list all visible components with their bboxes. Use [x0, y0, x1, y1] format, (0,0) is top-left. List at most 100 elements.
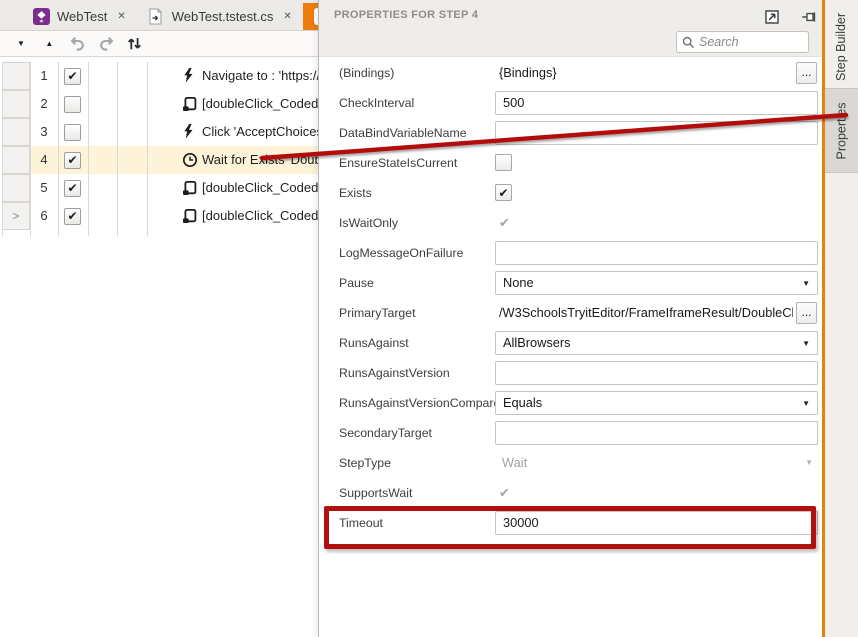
property-row-logmessageonfailure: LogMessageOnFailure — [319, 238, 823, 268]
property-value: /W3SchoolsTryitEditor/FrameIframeResult/… — [499, 298, 793, 328]
close-icon[interactable]: ✕ — [117, 11, 125, 22]
reorder-steps-icon[interactable] — [122, 31, 148, 56]
property-checkbox[interactable] — [495, 154, 512, 171]
property-label: RunsAgainstVersion — [339, 358, 450, 388]
property-row-iswaitonly: IsWaitOnly✔ — [319, 208, 823, 238]
move-down-icon[interactable]: ▼ — [8, 31, 34, 56]
property-row-supportswait: SupportsWait ✔ — [319, 478, 823, 508]
row-selector[interactable] — [2, 174, 30, 202]
row-selector[interactable] — [2, 62, 30, 90]
redo-icon[interactable] — [93, 31, 119, 56]
step-enabled-checkbox[interactable]: ✔ — [64, 152, 81, 169]
property-label: CheckInterval — [339, 88, 414, 118]
property-textbox[interactable]: 500 — [495, 91, 818, 115]
row-number: 6 — [30, 202, 58, 230]
side-tab-properties[interactable]: Properties — [825, 88, 858, 173]
property-label: LogMessageOnFailure — [339, 238, 463, 268]
clock-icon — [182, 152, 198, 168]
grid-column-line — [58, 62, 59, 236]
step-description[interactable]: [doubleClick_CodedSt — [202, 202, 318, 230]
property-label: SecondaryTarget — [339, 418, 432, 448]
row-number: 1 — [30, 62, 58, 90]
lightning-icon — [182, 124, 198, 140]
property-label: RunsAgainst — [339, 328, 409, 358]
step-enabled-checkbox[interactable] — [64, 124, 81, 141]
property-row-secondarytarget: SecondaryTarget — [319, 418, 823, 448]
property-row-checkinterval: CheckInterval 500 — [319, 88, 823, 118]
ellipsis-button[interactable]: ... — [796, 302, 817, 324]
row-selector[interactable]: > — [2, 202, 30, 230]
step-description[interactable]: [doubleClick_CodedSt — [202, 90, 318, 118]
property-row-primarytarget: PrimaryTarget/W3SchoolsTryitEditor/Frame… — [319, 298, 823, 328]
property-row-databindvariablename: DataBindVariableName — [319, 118, 823, 148]
property-textbox[interactable] — [495, 421, 818, 445]
grid-column-line — [117, 62, 118, 236]
property-textbox[interactable] — [495, 121, 818, 145]
property-label: RunsAgainstVersionCompare — [339, 388, 500, 418]
grid-column-line — [88, 62, 89, 236]
property-label: DataBindVariableName — [339, 118, 467, 148]
search-icon — [682, 36, 695, 49]
property-label: Pause — [339, 268, 374, 298]
undo-icon[interactable] — [65, 31, 91, 56]
property-row--bindings-: (Bindings){Bindings}... — [319, 58, 823, 88]
dropdown-arrow-icon: ▼ — [802, 272, 810, 295]
property-checkbox[interactable]: ✔ — [495, 184, 512, 201]
property-textbox[interactable] — [495, 361, 818, 385]
move-up-icon[interactable]: ▲ — [36, 31, 62, 56]
grid-column-line — [147, 62, 148, 236]
row-selector[interactable] — [2, 146, 30, 174]
property-label: SupportsWait — [339, 478, 412, 508]
property-label: EnsureStateIsCurrent — [339, 148, 457, 178]
dropdown-value: Equals — [503, 395, 542, 410]
steps-toolbar: ▼▲ — [0, 31, 318, 57]
row-number: 3 — [30, 118, 58, 146]
telerik-purple-icon — [33, 8, 50, 25]
property-label: PrimaryTarget — [339, 298, 416, 328]
tab-label: WebTest — [57, 9, 107, 24]
property-dropdown[interactable]: Equals ▼ — [495, 391, 818, 415]
property-checkbox-disabled: ✔ — [495, 483, 514, 502]
steps-grid: 1 ✔ Navigate to : 'https://w 2 [doubleClick_… — [0, 57, 318, 637]
dropdown-arrow-icon: ▼ — [805, 448, 813, 478]
property-label: StepType — [339, 448, 391, 478]
pin-icon[interactable] — [799, 8, 817, 26]
step-enabled-checkbox[interactable]: ✔ — [64, 180, 81, 197]
coded-step-icon — [182, 96, 198, 112]
ellipsis-button[interactable]: ... — [796, 62, 817, 84]
close-icon[interactable]: ✕ — [283, 11, 291, 22]
step-enabled-checkbox[interactable]: ✔ — [64, 68, 81, 85]
search-input[interactable] — [699, 35, 803, 49]
coded-step-icon — [182, 180, 198, 196]
property-row-runsagainst: RunsAgainst AllBrowsers ▼ — [319, 328, 823, 358]
editor-tab-webtest[interactable]: WebTest ✕ — [22, 3, 137, 30]
property-label: Exists — [339, 178, 372, 208]
lightning-icon — [182, 68, 198, 84]
step-enabled-checkbox[interactable] — [64, 96, 81, 113]
annotation-highlight-rectangle — [324, 506, 816, 549]
editor-tab-webtest-tstest-cs[interactable]: WebTest.tstest.cs✕ — [137, 3, 303, 30]
property-textbox[interactable] — [495, 241, 818, 265]
step-description[interactable]: Wait for Exists 'Double — [202, 146, 318, 174]
step-description[interactable]: [doubleClick_CodedSt — [202, 174, 318, 202]
dropdown-arrow-icon: ▼ — [802, 392, 810, 415]
step-enabled-checkbox[interactable]: ✔ — [64, 208, 81, 225]
step-description[interactable]: Click 'AcceptChoicesD — [202, 118, 318, 146]
dropdown-arrow-icon: ▼ — [802, 332, 810, 355]
property-label: IsWaitOnly — [339, 208, 398, 238]
properties-search-box — [676, 31, 809, 53]
row-selector[interactable] — [2, 90, 30, 118]
property-row-ensurestateiscurrent: EnsureStateIsCurrent — [319, 148, 823, 178]
side-tab-step-builder[interactable]: Step Builder — [825, 6, 858, 88]
row-selector[interactable] — [2, 118, 30, 146]
step-description[interactable]: Navigate to : 'https://w — [202, 62, 318, 90]
dropdown-value: AllBrowsers — [503, 335, 571, 350]
grid-column-line — [30, 62, 31, 236]
property-dropdown[interactable]: AllBrowsers ▼ — [495, 331, 818, 355]
file-icon — [148, 8, 165, 25]
property-dropdown[interactable]: None▼ — [495, 271, 818, 295]
row-number: 2 — [30, 90, 58, 118]
window-position-icon[interactable] — [763, 8, 781, 26]
property-row-pause: Pause None▼ — [319, 268, 823, 298]
property-row-exists: Exists ✔ — [319, 178, 823, 208]
